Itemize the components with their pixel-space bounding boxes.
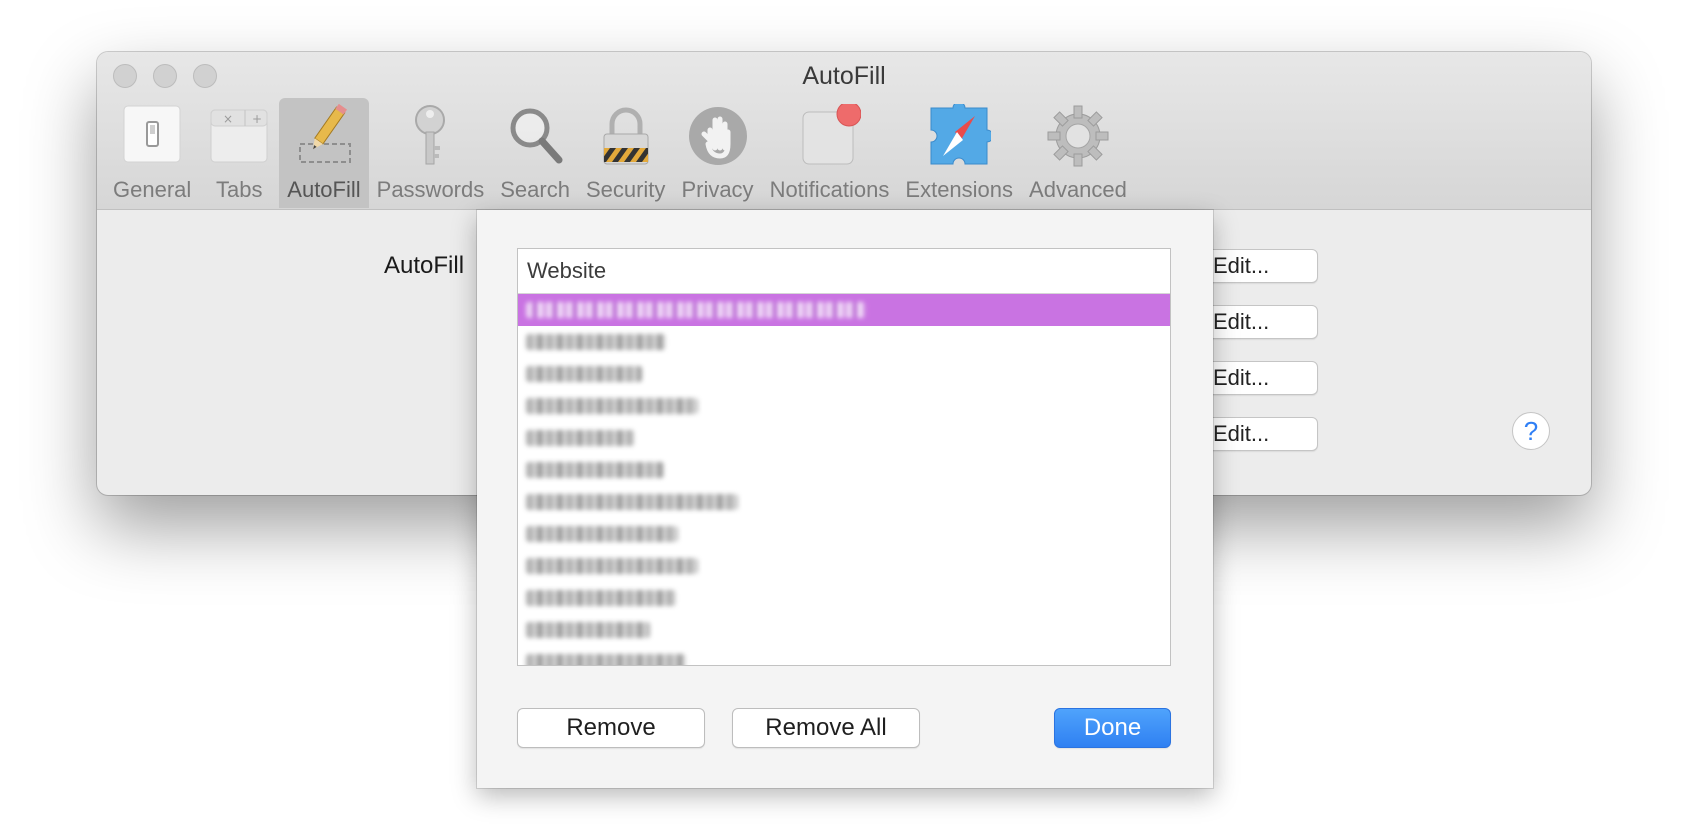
blurred-website: [526, 334, 666, 350]
blurred-website: [526, 366, 642, 382]
toolbar-item-label: Privacy: [681, 177, 754, 202]
table-row[interactable]: [518, 582, 1170, 614]
blurred-website: [526, 558, 698, 574]
column-header-website[interactable]: Website: [518, 249, 1170, 294]
edit-button-2[interactable]: Edit...: [1200, 305, 1318, 339]
remove-button[interactable]: Remove: [517, 708, 705, 748]
preferences-toolbar: General × + Tabs AutoFill Passwords Sear…: [105, 98, 1135, 208]
table-row[interactable]: [518, 358, 1170, 390]
toolbar-item-search[interactable]: Search: [492, 98, 578, 208]
table-row[interactable]: [518, 518, 1170, 550]
notification-badge-icon: [797, 101, 862, 168]
toolbar-item-autofill[interactable]: AutoFill: [279, 98, 369, 208]
toolbar-item-label: Notifications: [769, 177, 890, 202]
blurred-website: [526, 654, 686, 665]
table-row[interactable]: [518, 646, 1170, 665]
magnifier-icon: [503, 104, 567, 168]
table-row[interactable]: [518, 390, 1170, 422]
toolbar-item-label: Tabs: [216, 177, 263, 202]
autofill-pencil-icon: [292, 103, 356, 168]
toolbar-item-label: Passwords: [376, 177, 485, 202]
toolbar-item-label: AutoFill: [287, 177, 361, 202]
table-row[interactable]: [518, 294, 1170, 326]
table-row[interactable]: [518, 486, 1170, 518]
autofill-websites-sheet: Website Remove Remove All Done: [477, 210, 1213, 788]
table-row[interactable]: [518, 326, 1170, 358]
remove-all-button[interactable]: Remove All: [732, 708, 920, 748]
toolbar-item-privacy[interactable]: Privacy: [673, 98, 761, 208]
edit-button-1[interactable]: Edit...: [1200, 249, 1318, 283]
toolbar-item-advanced[interactable]: Advanced: [1021, 98, 1135, 208]
table-row[interactable]: [518, 454, 1170, 486]
tabs-icon: × +: [207, 104, 271, 168]
edit-button-4[interactable]: Edit...: [1200, 417, 1318, 451]
toolbar-item-passwords[interactable]: Passwords: [369, 98, 493, 208]
blurred-website: [526, 590, 676, 606]
blurred-website: [526, 430, 634, 446]
toolbar-item-general[interactable]: General: [105, 98, 199, 208]
websites-table[interactable]: Website: [517, 248, 1171, 666]
blurred-website: [526, 622, 650, 638]
table-row[interactable]: [518, 422, 1170, 454]
toolbar-item-label: Search: [500, 177, 570, 202]
window-title: AutoFill: [802, 62, 886, 90]
help-button[interactable]: ?: [1512, 412, 1550, 450]
key-icon: [398, 104, 462, 168]
hand-icon: [686, 104, 750, 168]
autofill-label: AutoFill: [384, 252, 465, 279]
blurred-website: [526, 494, 738, 510]
padlock-icon: [594, 104, 658, 168]
table-row[interactable]: [518, 614, 1170, 646]
blurred-website: [526, 302, 866, 318]
edit-button-3[interactable]: Edit...: [1200, 361, 1318, 395]
blurred-website: [526, 526, 678, 542]
puzzle-compass-icon: [927, 101, 994, 168]
toolbar-item-label: General: [113, 177, 192, 202]
toolbar-item-label: Advanced: [1029, 177, 1127, 202]
toolbar-item-label: Extensions: [905, 177, 1014, 202]
toolbar-item-security[interactable]: Security: [578, 98, 673, 208]
blurred-website: [526, 462, 664, 478]
svg-text:×: ×: [223, 112, 233, 126]
toolbar-item-extensions[interactable]: Extensions: [897, 98, 1021, 208]
general-switch-icon: [120, 104, 184, 168]
svg-text:+: +: [252, 112, 262, 126]
toolbar-item-label: Security: [585, 177, 666, 202]
gear-icon: [1046, 104, 1110, 168]
toolbar-item-tabs[interactable]: × + Tabs: [199, 98, 279, 208]
table-row[interactable]: [518, 550, 1170, 582]
done-button[interactable]: Done: [1054, 708, 1171, 748]
blurred-website: [526, 398, 698, 414]
title-bar: AutoFill General × + Tabs AutoFill Passw…: [97, 52, 1591, 210]
toolbar-item-notifications[interactable]: Notifications: [762, 98, 898, 208]
